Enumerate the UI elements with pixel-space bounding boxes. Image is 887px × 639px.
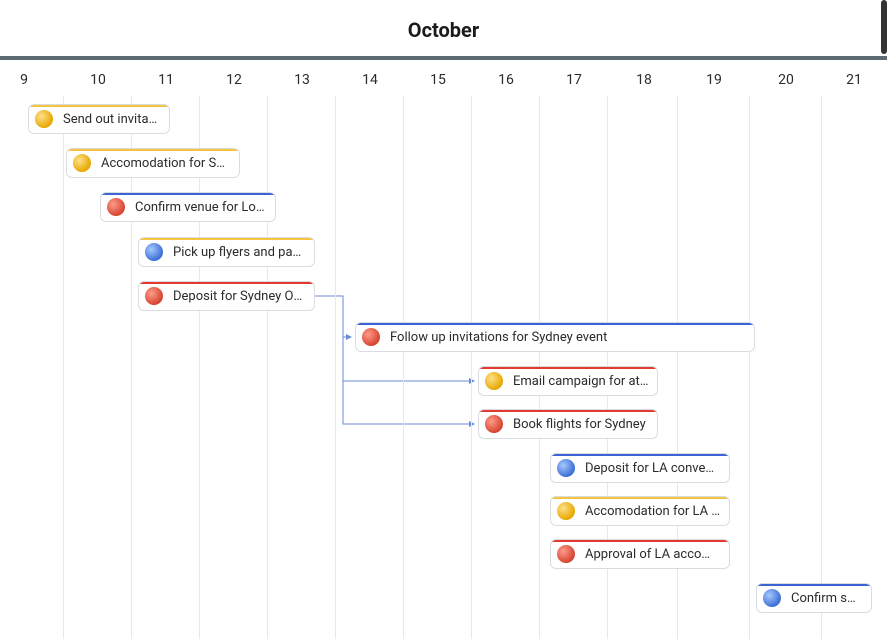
task-label: Confirm venue for Los An..: [135, 200, 267, 215]
date-18: 18: [610, 60, 678, 100]
gridline: [821, 96, 822, 639]
date-19: 19: [680, 60, 748, 100]
assignee-avatar: [557, 545, 575, 563]
task-card[interactable]: Accomodation for LA con..: [550, 496, 730, 526]
dependency-arrow: [315, 296, 351, 337]
task-card[interactable]: Approval of LA accomo...: [550, 539, 730, 569]
gridline: [749, 96, 750, 639]
task-accent-bar: [138, 237, 315, 240]
assignee-avatar: [557, 502, 575, 520]
assignee-avatar: [145, 243, 163, 261]
task-card[interactable]: Accomodation for Sydney...: [66, 148, 240, 178]
task-label: Approval of LA accomo...: [585, 547, 721, 562]
date-11: 11: [132, 60, 200, 100]
date-17: 17: [540, 60, 608, 100]
assignee-avatar: [485, 372, 503, 390]
task-label: Send out invitations...: [63, 112, 161, 127]
task-card[interactable]: Confirm speci...: [756, 583, 872, 613]
date-13: 13: [268, 60, 336, 100]
gridline: [267, 96, 268, 639]
date-16: 16: [472, 60, 540, 100]
task-accent-bar: [756, 583, 872, 586]
month-title: October: [0, 18, 887, 42]
timeline-header: October: [0, 0, 887, 60]
task-label: Email campaign for atte..: [513, 374, 649, 389]
task-accent-bar: [355, 322, 755, 325]
task-label: Pick up flyers and pamph..: [173, 245, 306, 260]
task-accent-bar: [550, 539, 730, 542]
assignee-avatar: [145, 287, 163, 305]
assignee-avatar: [763, 589, 781, 607]
task-card[interactable]: Email campaign for atte..: [478, 366, 658, 396]
task-card[interactable]: Send out invitations...: [28, 104, 170, 134]
task-accent-bar: [550, 453, 730, 456]
task-accent-bar: [100, 192, 276, 195]
task-card[interactable]: Confirm venue for Los An..: [100, 192, 276, 222]
task-label: Follow up invitations for Sydney event: [390, 330, 607, 345]
task-label: Accomodation for LA con..: [585, 504, 721, 519]
task-card[interactable]: Follow up invitations for Sydney event: [355, 322, 755, 352]
gridline: [335, 96, 336, 639]
assignee-avatar: [557, 459, 575, 477]
date-21: 21: [820, 60, 887, 100]
gridline: [471, 96, 472, 639]
date-9: 9: [0, 60, 58, 100]
vertical-scrollbar[interactable]: [881, 0, 887, 54]
task-accent-bar: [478, 366, 658, 369]
task-label: Confirm speci...: [791, 591, 863, 606]
assignee-avatar: [362, 328, 380, 346]
assignee-avatar: [485, 415, 503, 433]
task-accent-bar: [66, 148, 240, 151]
gridline: [63, 96, 64, 639]
task-card[interactable]: Deposit for Sydney Oper..: [138, 281, 315, 311]
date-10: 10: [64, 60, 132, 100]
assignee-avatar: [73, 154, 91, 172]
date-15: 15: [404, 60, 472, 100]
dependency-arrow: [315, 296, 474, 424]
task-accent-bar: [550, 496, 730, 499]
gridline: [403, 96, 404, 639]
task-label: Book flights for Sydney: [513, 417, 646, 432]
task-card[interactable]: Pick up flyers and pamph..: [138, 237, 315, 267]
task-label: Accomodation for Sydney...: [101, 156, 231, 171]
dates-row: 9101112131415161718192021: [0, 60, 887, 100]
assignee-avatar: [107, 198, 125, 216]
task-accent-bar: [28, 104, 170, 107]
date-20: 20: [752, 60, 820, 100]
task-card[interactable]: Deposit for LA convention: [550, 453, 730, 483]
task-label: Deposit for Sydney Oper..: [173, 289, 306, 304]
task-label: Deposit for LA convention: [585, 461, 721, 476]
task-accent-bar: [478, 409, 658, 412]
date-12: 12: [200, 60, 268, 100]
assignee-avatar: [35, 110, 53, 128]
date-14: 14: [336, 60, 404, 100]
task-card[interactable]: Book flights for Sydney: [478, 409, 658, 439]
timeline-grid[interactable]: Send out invitations... Accomodation for …: [0, 96, 887, 639]
task-accent-bar: [138, 281, 315, 284]
